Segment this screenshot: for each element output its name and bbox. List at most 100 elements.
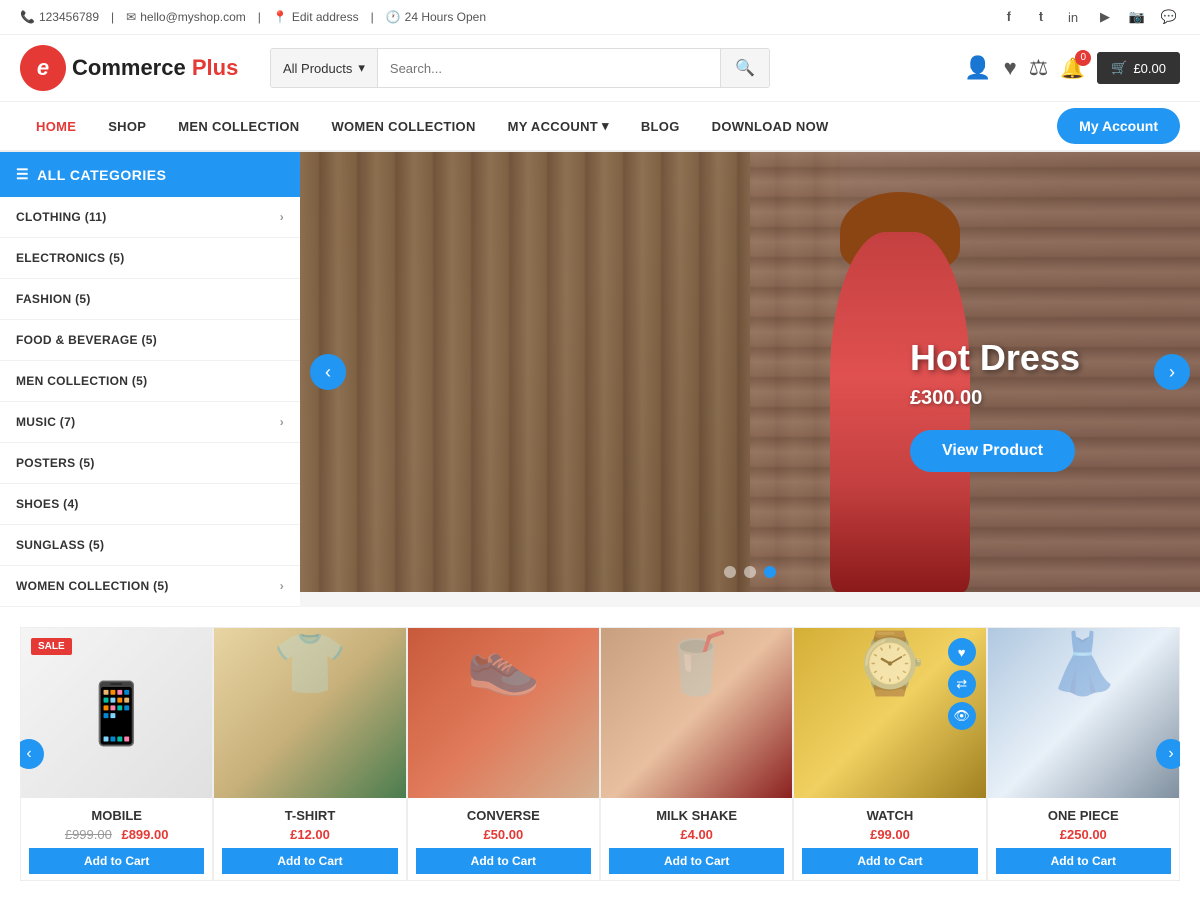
hero-content: Hot Dress £300.00 View Product [910,337,1080,472]
product-info-watch: WATCH £99.00 Add to Cart [794,798,985,880]
account-icon[interactable]: 👤 [964,55,991,81]
hero-dot-2[interactable] [744,566,756,578]
notification-icon[interactable]: 🔔 0 [1060,56,1085,81]
twitter-link[interactable]: 𝐭 [1030,6,1052,28]
logo[interactable]: e Commerce Plus [20,45,250,91]
search-input[interactable] [378,49,720,87]
nav-shop[interactable]: SHOP [92,103,162,150]
top-bar: 📞 123456789 | ✉ hello@myshop.com | 📍 Edi… [0,0,1200,35]
product-info-milkshake: MILK SHAKE £4.00 Add to Cart [601,798,792,880]
category-label: All Products [283,61,352,76]
chevron-down-icon: ▾ [358,60,365,76]
search-bar: All Products ▾ 🔍 [270,48,770,88]
compare-action-button[interactable]: ⇄ [948,670,976,698]
sidebar-item-electronics[interactable]: ELECTRONICS (5) [0,238,300,279]
main-layout: ☰ ALL CATEGORIES CLOTHING (11) › ELECTRO… [0,152,1200,607]
add-to-cart-button[interactable]: Add to Cart [996,848,1171,874]
shoes-icon: 👟 [466,630,541,697]
sidebar-item-music[interactable]: MUSIC (7) › [0,402,300,443]
facebook-link[interactable]: 𝐟 [998,6,1020,28]
product-price: £99.00 [802,827,977,842]
nav-blog[interactable]: BLOG [625,103,696,150]
hero-price: £300.00 [910,387,1080,410]
sidebar-item-posters[interactable]: POSTERS (5) [0,443,300,484]
nav-home[interactable]: HOME [20,103,92,150]
email-address: hello@myshop.com [140,10,246,24]
product-info-onepiece: ONE PIECE £250.00 Add to Cart [988,798,1179,880]
compare-icon[interactable]: ⚖ [1029,55,1049,81]
product-info-mobile: MOBILE £999.00 £899.00 Add to Cart [21,798,212,880]
hero-dot-1[interactable] [724,566,736,578]
add-to-cart-button[interactable]: Add to Cart [222,848,397,874]
drink-icon: 🥤 [659,630,734,697]
logo-letter: e [37,55,49,81]
mobile-icon: 📱 [79,678,154,749]
email-icon: ✉ [126,10,136,24]
top-bar-left: 📞 123456789 | ✉ hello@myshop.com | 📍 Edi… [20,10,486,24]
category-dropdown[interactable]: All Products ▾ [271,49,378,87]
products-section: ‹ 📱 SALE MOBILE £999.00 £899.00 Add to C… [0,607,1200,901]
sidebar-item-women-collection[interactable]: WOMEN COLLECTION (5) › [0,566,300,607]
product-price: £250.00 [996,827,1171,842]
cart-total: £0.00 [1133,61,1166,76]
logo-plus: Plus [192,55,238,80]
nav-my-account[interactable]: MY ACCOUNT ▾ [492,102,625,150]
quickview-action-button[interactable]: 👁 [948,702,976,730]
product-name: MILK SHAKE [609,808,784,823]
add-to-cart-button[interactable]: Add to Cart [802,848,977,874]
hero-prev-button[interactable]: ‹ [310,354,346,390]
watch-icon: ⌚ [853,630,928,697]
wishlist-action-button[interactable]: ♥ [948,638,976,666]
products-grid: ‹ 📱 SALE MOBILE £999.00 £899.00 Add to C… [20,627,1180,881]
chevron-right-icon: › [280,210,284,224]
sidebar-item-food-beverage[interactable]: FOOD & BEVERAGE (5) [0,320,300,361]
sidebar-item-fashion[interactable]: FASHION (5) [0,279,300,320]
sidebar-title: ALL CATEGORIES [37,167,166,183]
product-card-watch: ⌚ ♥ ⇄ 👁 WATCH £99.00 Add to Cart [793,627,986,881]
cart-button[interactable]: 🛒 £0.00 [1097,52,1180,84]
sidebar-item-clothing[interactable]: CLOTHING (11) › [0,197,300,238]
search-button[interactable]: 🔍 [720,49,769,87]
address-link[interactable]: Edit address [292,10,359,24]
social-links: 𝐟 𝐭 in ▶ 📷 💬 [998,6,1180,28]
nav-download[interactable]: DOWNLOAD NOW [696,103,845,150]
hours-text: 24 Hours Open [405,10,486,24]
product-price: £50.00 [416,827,591,842]
my-account-button[interactable]: My Account [1057,108,1180,144]
product-image-converse: 👟 [408,628,599,798]
sidebar-item-sunglass[interactable]: SUNGLASS (5) [0,525,300,566]
hero-slider: ‹ › Hot Dress £300.00 View Product [300,152,1200,592]
nav-women-collection[interactable]: WOMEN COLLECTION [315,103,491,150]
hero-view-product-button[interactable]: View Product [910,430,1075,472]
whatsapp-link[interactable]: 💬 [1158,6,1180,28]
youtube-link[interactable]: ▶ [1094,6,1116,28]
linkedin-link[interactable]: in [1062,6,1084,28]
separator3: | [371,10,374,24]
products-next-button[interactable]: › [1156,739,1180,769]
product-info-tshirt: T-SHIRT £12.00 Add to Cart [214,798,405,880]
sidebar: ☰ ALL CATEGORIES CLOTHING (11) › ELECTRO… [0,152,300,607]
add-to-cart-button[interactable]: Add to Cart [609,848,784,874]
nav-men-collection[interactable]: MEN COLLECTION [162,103,315,150]
product-card-milkshake: 🥤 MILK SHAKE £4.00 Add to Cart [600,627,793,881]
location-icon: 📍 [273,10,288,24]
hero-dots [724,566,776,578]
sidebar-item-shoes[interactable]: SHOES (4) [0,484,300,525]
header: e Commerce Plus All Products ▾ 🔍 👤 ♥ ⚖ 🔔… [0,35,1200,102]
phone-info: 📞 123456789 [20,10,99,24]
wishlist-icon[interactable]: ♥ [1004,55,1017,81]
hero-next-button[interactable]: › [1154,354,1190,390]
product-name: MOBILE [29,808,204,823]
add-to-cart-button[interactable]: Add to Cart [416,848,591,874]
sidebar-item-men-collection[interactable]: MEN COLLECTION (5) [0,361,300,402]
product-image-tshirt: 👕 [214,628,405,798]
logo-text: Commerce Plus [72,55,238,81]
product-info-converse: CONVERSE £50.00 Add to Cart [408,798,599,880]
sidebar-header: ☰ ALL CATEGORIES [0,152,300,197]
hours-info: 🕐 24 Hours Open [386,10,486,24]
instagram-link[interactable]: 📷 [1126,6,1148,28]
add-to-cart-button[interactable]: Add to Cart [29,848,204,874]
hero-dot-3[interactable] [764,566,776,578]
menu-icon: ☰ [16,166,29,183]
product-card-tshirt: 👕 T-SHIRT £12.00 Add to Cart [213,627,406,881]
